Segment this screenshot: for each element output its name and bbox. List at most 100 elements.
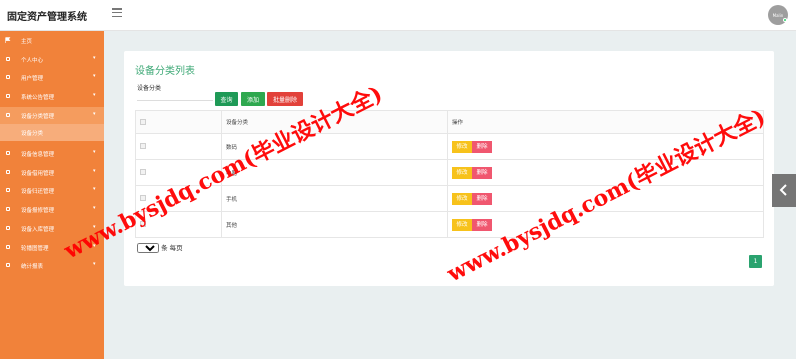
sidebar-item-label: 个人中心 xyxy=(21,58,44,64)
sidebar-item-carousel[interactable]: 轮播图管理 ▾ xyxy=(0,239,104,256)
sidebar-item-label: 设备分类管理 xyxy=(21,114,55,120)
chevron-down-icon: ▾ xyxy=(93,111,96,117)
table-header-row: 设备分类 操作 xyxy=(135,110,764,134)
sidebar-item-profile[interactable]: 个人中心 ▾ xyxy=(0,51,104,68)
sidebar-item-label: 统计报表 xyxy=(21,264,44,270)
chevron-down-icon: ▾ xyxy=(93,261,96,267)
sidebar-item-label: 设备入库管理 xyxy=(21,227,55,233)
sidebar-item-label: 设备报修管理 xyxy=(21,208,55,214)
category-search-input[interactable] xyxy=(137,91,213,101)
sidebar-item-device-info[interactable]: 设备信息管理 ▾ xyxy=(0,145,104,162)
sidebar-item-device-category[interactable]: 设备分类管理 ▾ xyxy=(0,107,104,124)
page-size-control: 10 条 每页 xyxy=(137,242,183,253)
sidebar-item-label: 设备归还管理 xyxy=(21,189,55,195)
sidebar-subitem-device-category[interactable]: 设备分类 xyxy=(0,124,104,141)
category-name-cell: 手机 xyxy=(221,185,448,212)
sidebar-item-return[interactable]: 设备归还管理 ▾ xyxy=(0,182,104,199)
sidebar-item-stock-in[interactable]: 设备入库管理 ▾ xyxy=(0,220,104,237)
menu-icon xyxy=(6,226,10,230)
sidebar-item-label: 轮播图管理 xyxy=(21,246,49,252)
menu-icon xyxy=(6,207,10,211)
chevron-down-icon: ▾ xyxy=(93,186,96,192)
sidebar-item-borrow[interactable]: 设备借用管理 ▾ xyxy=(0,164,104,181)
main-content: 设备分类列表 设备分类 查询 添加 批量删除 设备分类 操作 数码 修改 删除 … xyxy=(104,31,796,359)
pagination-page-button[interactable]: 1 xyxy=(749,255,762,268)
delete-button[interactable]: 删除 xyxy=(472,218,492,231)
actions-cell: 修改 删除 xyxy=(447,185,764,212)
menu-icon xyxy=(6,245,10,249)
app-window: 固定资产管理系统 Malin 主页 个人中心 ▾ 用户管理 ▾ 系统公告管理 ▾… xyxy=(0,0,796,359)
edit-button[interactable]: 修改 xyxy=(452,218,472,231)
select-all-checkbox[interactable] xyxy=(140,118,146,125)
page-size-select[interactable]: 10 xyxy=(137,243,159,253)
menu-icon xyxy=(6,188,10,192)
add-button[interactable]: 添加 xyxy=(241,92,265,106)
row-checkbox[interactable] xyxy=(140,221,146,228)
delete-button[interactable]: 删除 xyxy=(472,140,492,153)
page-title: 设备分类列表 xyxy=(135,66,195,77)
sidebar-item-label: 设备借用管理 xyxy=(21,171,55,177)
edit-button[interactable]: 修改 xyxy=(452,166,472,179)
table-row: 其他 修改 删除 xyxy=(135,211,764,238)
sidebar-item-label: 设备信息管理 xyxy=(21,152,55,158)
row-checkbox[interactable] xyxy=(140,195,146,202)
category-name-cell: 电器 xyxy=(221,159,448,186)
sidebar: 主页 个人中心 ▾ 用户管理 ▾ 系统公告管理 ▾ 设备分类管理 ▾ 设备分类 … xyxy=(0,31,104,359)
edit-button[interactable]: 修改 xyxy=(452,192,472,205)
select-all-cell xyxy=(135,110,222,134)
row-checkbox[interactable] xyxy=(140,143,146,150)
sidebar-item-home[interactable]: 主页 xyxy=(0,32,104,49)
query-button[interactable]: 查询 xyxy=(215,92,238,106)
page-size-suffix: 条 每页 xyxy=(161,244,183,252)
chevron-down-icon: ▾ xyxy=(93,149,96,155)
sidebar-subitem-label: 设备分类 xyxy=(21,131,44,137)
list-panel: 设备分类列表 设备分类 查询 添加 批量删除 设备分类 操作 数码 修改 删除 … xyxy=(124,51,774,286)
collapse-toggle[interactable] xyxy=(772,174,796,207)
menu-icon xyxy=(6,94,10,98)
delete-button[interactable]: 删除 xyxy=(472,192,492,205)
chevron-down-icon: ▾ xyxy=(93,92,96,98)
row-select-cell xyxy=(135,133,222,160)
chevron-down-icon: ▾ xyxy=(93,243,96,249)
online-status-dot xyxy=(783,18,787,22)
sidebar-item-notices[interactable]: 系统公告管理 ▾ xyxy=(0,88,104,105)
row-checkbox[interactable] xyxy=(140,169,146,176)
sidebar-item-label: 系统公告管理 xyxy=(21,95,55,101)
menu-icon xyxy=(6,151,10,155)
sidebar-item-reports[interactable]: 统计报表 ▾ xyxy=(0,257,104,274)
table-row: 数码 修改 删除 xyxy=(135,133,764,160)
delete-button[interactable]: 删除 xyxy=(472,166,492,179)
sidebar-item-label: 主页 xyxy=(21,39,33,45)
chevron-down-icon: ▾ xyxy=(93,168,96,174)
menu-icon xyxy=(6,113,10,117)
menu-icon xyxy=(6,263,10,267)
category-name-cell: 数码 xyxy=(221,133,448,160)
row-select-cell xyxy=(135,185,222,212)
column-header-actions: 操作 xyxy=(447,110,764,134)
chevron-down-icon: ▾ xyxy=(93,73,96,79)
menu-toggle-icon[interactable] xyxy=(112,8,122,18)
actions-cell: 修改 删除 xyxy=(447,211,764,238)
menu-icon xyxy=(6,75,10,79)
row-select-cell xyxy=(135,159,222,186)
column-header-category: 设备分类 xyxy=(221,110,448,134)
actions-cell: 修改 删除 xyxy=(447,159,764,186)
category-name-cell: 其他 xyxy=(221,211,448,238)
table-row: 手机 修改 删除 xyxy=(135,185,764,212)
table-row: 电器 修改 删除 xyxy=(135,159,764,186)
chevron-down-icon: ▾ xyxy=(93,55,96,61)
menu-icon xyxy=(6,57,10,61)
bulk-delete-button[interactable]: 批量删除 xyxy=(267,92,303,106)
sidebar-item-repair[interactable]: 设备报修管理 ▾ xyxy=(0,201,104,218)
sidebar-item-users[interactable]: 用户管理 ▾ xyxy=(0,69,104,86)
chevron-down-icon: ▾ xyxy=(93,224,96,230)
flag-icon xyxy=(5,37,11,43)
chevron-left-icon xyxy=(779,184,787,196)
top-bar: 固定资产管理系统 Malin xyxy=(0,0,796,31)
avatar[interactable]: Malin xyxy=(768,5,788,25)
edit-button[interactable]: 修改 xyxy=(452,140,472,153)
chevron-down-icon: ▾ xyxy=(93,205,96,211)
actions-cell: 修改 删除 xyxy=(447,133,764,160)
app-title: 固定资产管理系统 xyxy=(7,12,87,23)
sidebar-item-label: 用户管理 xyxy=(21,76,44,82)
